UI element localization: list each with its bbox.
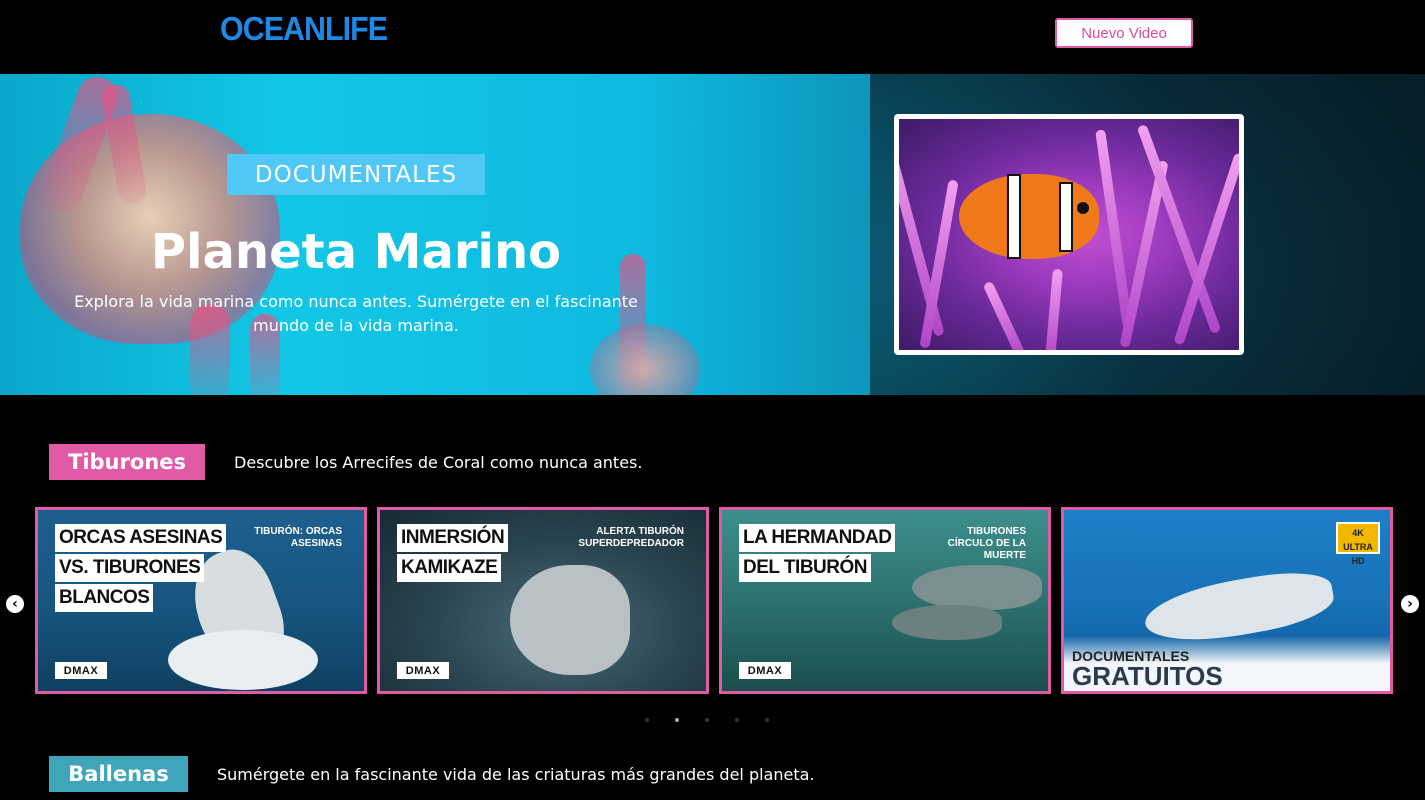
clownfish-image — [899, 119, 1239, 350]
hero-title: Planeta Marino — [150, 224, 562, 280]
card-corner-text: TIBURONES CÍRCULO DE LA MUERTE — [947, 526, 1026, 561]
carousel-dot-active[interactable] — [675, 718, 679, 722]
anemone-tentacle — [1045, 268, 1063, 350]
carousel-dot[interactable] — [735, 718, 739, 722]
section-description-ballenas: Sumérgete en la fascinante vida de las c… — [217, 765, 815, 784]
page: OCEANLIFE Nuevo Video DOCUMENTALES Plane… — [0, 0, 1425, 800]
card-title-line: INMERSIÓN — [397, 524, 509, 552]
dmax-logo: DMAX — [397, 662, 449, 679]
section-tag-ballenas[interactable]: Ballenas — [49, 756, 188, 792]
hero-banner: DOCUMENTALES Planeta Marino Explora la v… — [0, 74, 1425, 395]
anemone-tentacle — [982, 280, 1026, 350]
anemone-tentacle — [1095, 129, 1133, 329]
carousel-dots — [645, 718, 769, 722]
video-card-hermandad[interactable]: LA HERMANDAD DEL TIBURÓN TIBURONES CÍRCU… — [719, 507, 1051, 694]
shark-illustration — [510, 565, 630, 675]
category-badge[interactable]: DOCUMENTALES — [227, 154, 485, 195]
card-corner-text: ALERTA TIBURÓN SUPERDEPREDADOR — [578, 526, 684, 549]
fish-stripe — [1007, 174, 1021, 259]
top-header: OCEANLIFE Nuevo Video — [0, 0, 1425, 74]
card-title-line: KAMIKAZE — [397, 554, 502, 582]
dmax-logo: DMAX — [739, 662, 791, 679]
video-card-kamikaze[interactable]: INMERSIÓN KAMIKAZE ALERTA TIBURÓN SUPERD… — [377, 507, 709, 694]
chevron-left-icon[interactable]: ‹ — [6, 595, 24, 613]
chevron-right-icon[interactable]: › — [1401, 595, 1419, 613]
carousel-dot[interactable] — [645, 718, 649, 722]
4k-badge: 4K ULTRA HD — [1336, 522, 1380, 566]
card-corner-text: TIBURÓN: ORCAS ASESINAS — [254, 526, 342, 549]
water-splash — [168, 630, 318, 690]
featured-video-thumbnail[interactable] — [894, 114, 1244, 355]
carousel-dot[interactable] — [705, 718, 709, 722]
fish-stripe — [1059, 182, 1073, 252]
card-title-line: BLANCOS — [55, 584, 154, 612]
fish-eye — [1077, 202, 1089, 214]
carousel-dot[interactable] — [765, 718, 769, 722]
video-card-orcas[interactable]: ORCAS ASESINAS VS. TIBURONES BLANCOS TIB… — [35, 507, 367, 694]
section-description-tiburones: Descubre los Arrecifes de Coral como nun… — [234, 453, 643, 472]
card-title-line: LA HERMANDAD — [739, 524, 896, 552]
card-title-line: DEL TIBURÓN — [739, 554, 871, 582]
card-title-line: ORCAS ASESINAS — [55, 524, 227, 552]
video-card-documentales-gratuitos[interactable]: DOCUMENTALES GRATUITOS 4K ULTRA HD — [1061, 507, 1393, 694]
hero-subtitle: Explora la vida marina como nunca antes.… — [74, 292, 638, 335]
card-title-line: VS. TIBURONES — [55, 554, 205, 582]
shark-illustration — [912, 565, 1042, 610]
shark-illustration — [892, 605, 1002, 640]
clownfish-shape — [959, 174, 1099, 259]
dmax-logo: DMAX — [55, 662, 107, 679]
section-tag-tiburones[interactable]: Tiburones — [49, 444, 205, 480]
site-logo[interactable]: OCEANLIFE — [220, 10, 388, 48]
card-title-line: GRATUITOS — [1072, 661, 1223, 691]
new-video-button[interactable]: Nuevo Video — [1055, 18, 1193, 48]
